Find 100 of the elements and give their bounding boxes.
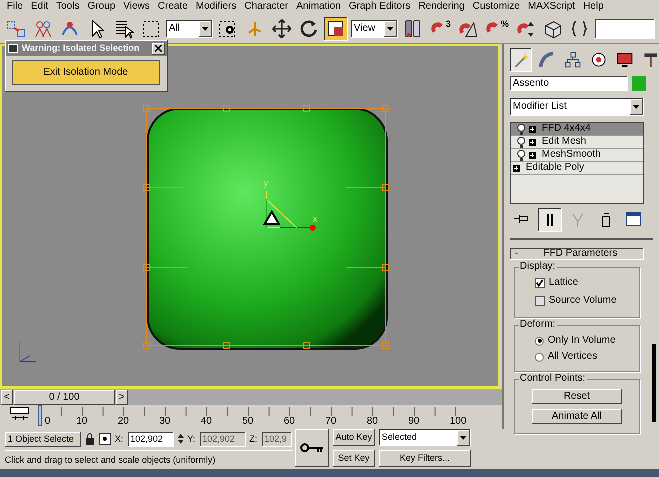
rollout-header[interactable]: - FFD Parameters	[510, 248, 644, 260]
pivot-icon	[402, 18, 423, 38]
radio-label: All Vertices	[548, 351, 598, 363]
window-icon	[8, 44, 18, 53]
hierarchy-icon	[564, 50, 582, 70]
curve-editor-icon[interactable]	[10, 407, 30, 423]
menu-item[interactable]: Group	[84, 0, 120, 14]
rectangle-selection-icon	[141, 18, 161, 38]
frame-number: 0	[45, 416, 51, 428]
spinner-icon[interactable]	[178, 433, 184, 445]
dropdown-arrow-icon	[386, 24, 395, 32]
key-mode-dropdown[interactable]: Selected	[379, 429, 471, 446]
animate-all-button[interactable]: Animate All	[532, 409, 622, 424]
menu-item[interactable]: Customize	[468, 0, 524, 14]
dropdown[interactable]: All	[166, 20, 213, 38]
panel-tab[interactable]	[510, 48, 532, 72]
check-icon	[536, 279, 544, 287]
close-button[interactable]	[152, 42, 165, 54]
dropdown[interactable]: View	[350, 20, 398, 38]
set-key-button[interactable]: Set Key	[333, 450, 375, 467]
object-name-field[interactable]: Assento	[510, 76, 628, 91]
menu-item[interactable]: Rendering	[414, 0, 469, 14]
set-key-mode-button[interactable]	[295, 429, 329, 467]
light-bulb-icon[interactable]	[517, 150, 526, 160]
menu-item[interactable]: Modifiers	[192, 0, 241, 14]
move-icon	[272, 18, 292, 38]
axis-label: Z:	[250, 434, 258, 444]
previous-frame-button[interactable]: <	[1, 390, 13, 405]
key-icon	[300, 443, 324, 453]
axis-label: X:	[115, 434, 124, 444]
expand-icon[interactable]	[529, 126, 536, 132]
menu-item[interactable]: Edit	[27, 0, 52, 14]
coordinate-field[interactable]: 102,902	[128, 432, 174, 446]
menu-item[interactable]: Character	[240, 0, 293, 14]
frame-number: 60	[284, 416, 296, 428]
frame-number: 20	[118, 416, 130, 428]
frame-number: 100	[450, 416, 467, 428]
key-filters-button[interactable]: Key Filters...	[379, 450, 471, 467]
move-button[interactable]	[270, 16, 294, 40]
frame-number: 70	[326, 416, 337, 428]
end-result-button[interactable]	[538, 208, 562, 232]
menu-item[interactable]: MAXScript	[524, 0, 580, 14]
window-selection-icon	[218, 18, 238, 38]
menu-item[interactable]: Help	[579, 0, 608, 14]
checkbox-label: Source Volume	[549, 295, 617, 307]
selection-count: 1 Object Selecte	[5, 432, 81, 446]
dropdown-arrow-icon	[459, 434, 468, 442]
light-bulb-icon[interactable]	[517, 124, 526, 134]
stack-item[interactable]: FFD 4x4x4	[511, 123, 643, 136]
radio-button[interactable]	[535, 352, 544, 362]
current-frame-marker[interactable]	[38, 405, 42, 426]
modifier-stack[interactable]: FFD 4x4x4 Edit Mesh MeshSmooth Editable Poly	[510, 122, 644, 204]
frame-number: 90	[408, 416, 420, 428]
unlink-icon	[33, 18, 53, 38]
lock-icon[interactable]	[85, 433, 95, 445]
auto-key-button[interactable]: Auto Key	[333, 429, 375, 446]
frame-number: 40	[201, 416, 212, 428]
scale-button[interactable]	[324, 16, 348, 40]
expand-icon[interactable]	[513, 164, 520, 172]
close-icon	[155, 44, 162, 52]
stack-item[interactable]: Editable Poly	[511, 162, 643, 175]
frame-number: 30	[160, 416, 171, 428]
link-icon	[6, 18, 26, 38]
box-icon	[542, 18, 563, 38]
radio-button[interactable]	[535, 336, 544, 346]
reset-button[interactable]: Reset	[532, 389, 622, 404]
menu-item[interactable]: Create	[154, 0, 192, 14]
axis-tripod-icon	[20, 342, 36, 362]
checkbox[interactable]	[535, 296, 545, 306]
magnet-button[interactable]: 3	[428, 16, 453, 40]
scrollbar[interactable]	[652, 344, 656, 422]
absolute-mode-icon[interactable]	[99, 433, 111, 445]
modifier-list-dropdown[interactable]: Modifier List	[510, 98, 644, 116]
menu-item[interactable]: Views	[120, 0, 154, 14]
time-slider-thumb[interactable]: 0 / 100	[14, 390, 115, 405]
checkbox[interactable]	[535, 278, 545, 288]
checkbox-label: Lattice	[549, 277, 578, 289]
transform-gizmo-icon	[263, 190, 316, 231]
object-color-swatch[interactable]	[632, 76, 646, 91]
axis-label: y	[264, 178, 268, 188]
magnet-button[interactable]: %	[482, 16, 511, 40]
exit-isolation-button[interactable]: Exit Isolation Mode	[12, 60, 160, 85]
menu-item[interactable]: File	[3, 0, 28, 14]
prompt-text: Click and drag to select and scale objects (uniformly)	[5, 450, 293, 468]
stack-item[interactable]: Edit Mesh	[511, 136, 643, 149]
axis-label: x	[313, 214, 318, 224]
stack-item[interactable]: MeshSmooth	[511, 149, 643, 162]
curve-icon	[538, 50, 556, 70]
menu-item[interactable]: Graph Editors	[344, 0, 415, 14]
scale-icon	[326, 18, 346, 38]
menu-item[interactable]: Tools	[52, 0, 84, 14]
frame-number: 10	[76, 416, 88, 428]
text-field[interactable]	[594, 18, 655, 38]
expand-icon[interactable]	[529, 138, 536, 146]
next-frame-button[interactable]: >	[116, 390, 128, 405]
light-bulb-icon[interactable]	[517, 136, 526, 148]
expand-icon[interactable]	[529, 152, 536, 158]
menu-item[interactable]: Animation	[292, 0, 345, 14]
dropdown-arrow-icon	[632, 103, 641, 111]
frame-number: 80	[367, 416, 378, 428]
